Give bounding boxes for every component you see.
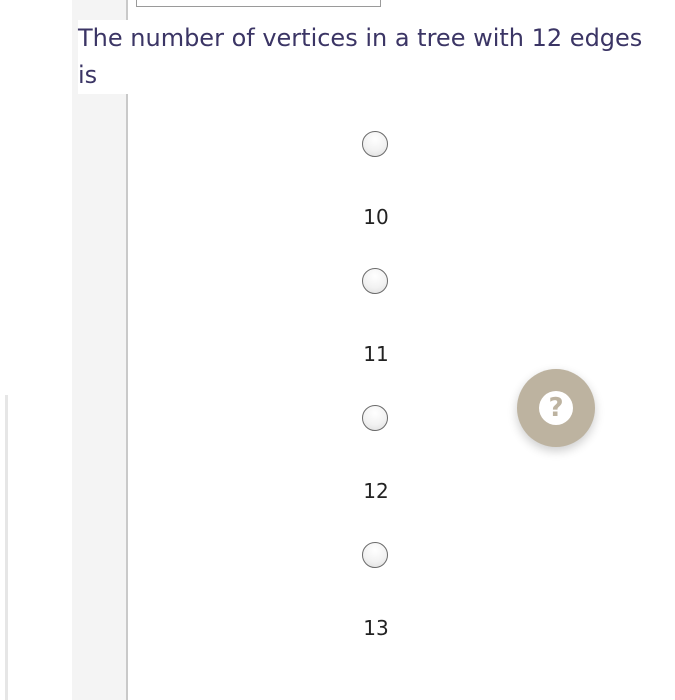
option-label: 12 (363, 479, 389, 503)
option-12[interactable]: 12 (331, 402, 421, 539)
option-label: 10 (363, 205, 389, 229)
gutter-border (126, 0, 128, 700)
left-edge-divider (5, 395, 8, 700)
answer-options: 10 11 12 13 (331, 128, 421, 676)
option-13[interactable]: 13 (331, 539, 421, 676)
option-label: 13 (363, 616, 389, 640)
option-11[interactable]: 11 (331, 265, 421, 402)
left-gutter (72, 0, 126, 700)
option-10[interactable]: 10 (331, 128, 421, 265)
option-label: 11 (363, 342, 389, 366)
radio-button[interactable] (362, 542, 388, 568)
question-mark-icon: ? (539, 391, 573, 425)
radio-button[interactable] (362, 268, 388, 294)
help-button[interactable]: ? (517, 369, 595, 447)
top-input-box[interactable] (136, 0, 381, 7)
radio-button[interactable] (362, 405, 388, 431)
radio-button[interactable] (362, 131, 388, 157)
question-text: The number of vertices in a tree with 12… (78, 20, 663, 94)
